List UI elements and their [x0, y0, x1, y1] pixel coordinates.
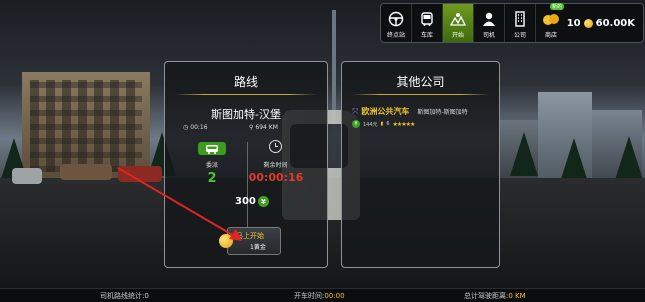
drive-time-label: 开车时间:	[294, 292, 325, 300]
drive-time: 开车时间:00:00	[294, 291, 345, 301]
total-distance: 总计驾驶距离:0 KM	[464, 291, 526, 301]
company-details: ¥ 144元 ▮ 6 ★★★★★	[352, 120, 493, 128]
pin-icon: ⚲	[249, 124, 254, 131]
steering-wheel-icon	[387, 10, 405, 28]
assigned-bus-icon	[198, 142, 226, 155]
total-distance-value: 0 KM	[508, 292, 526, 300]
terminal-button[interactable]: 终点站	[381, 4, 411, 42]
drivers-label: 司机	[482, 32, 495, 39]
gold-coin-icon	[583, 18, 593, 28]
drivers-button[interactable]: 司机	[474, 4, 504, 42]
start-tab-label: 开始	[451, 32, 464, 39]
time-left-label: 剩余时间	[263, 162, 288, 169]
route-panel-title: 路线	[233, 75, 258, 89]
top-hud: 终点站 车库 开始 司机 公司 新的 商店 10 60.00K	[380, 3, 644, 43]
game-screen: 终点站 车库 开始 司机 公司 新的 商店 10 60.00K 路线 斯图加特-…	[0, 0, 645, 302]
start-tab-button[interactable]: 开始	[443, 4, 473, 42]
start-cost-label: 1黄金	[250, 244, 266, 251]
map-icon	[449, 10, 467, 28]
company-button[interactable]: 公司	[505, 4, 535, 42]
route-reward: 300 ¥	[235, 196, 269, 207]
bus-icon	[418, 10, 436, 28]
time-left-value: 00:00:16	[248, 171, 304, 184]
driver-stats-value: 0	[144, 292, 149, 300]
cash-coin-icon: ¥	[257, 196, 269, 207]
new-badge: 新的	[549, 3, 564, 10]
driver-route-stats: 司机路线统计:0	[100, 291, 149, 301]
other-panel-title: 其他公司	[396, 75, 445, 89]
route-distance: ⚲ 694 KM	[249, 124, 278, 131]
company-bus-count: 6	[386, 121, 390, 127]
bus-count-icon: ▮	[380, 121, 384, 127]
garage-label: 车库	[420, 32, 433, 39]
parked-car	[12, 168, 42, 184]
reward-amount: 300	[235, 196, 256, 207]
route-name: 斯图加特-汉堡	[211, 108, 281, 121]
gold-coin-icon	[219, 234, 233, 248]
company-route: 斯图加特-斯图加特	[417, 109, 468, 116]
start-now-label: 马上开始	[236, 232, 264, 240]
company-label: 公司	[513, 32, 526, 39]
drive-time-value: 00:00	[324, 292, 345, 300]
company-row[interactable]: ⤧ 欧洲公共汽车 斯图加特-斯图加特 ¥ 144元 ▮ 6 ★★★★★	[352, 106, 493, 128]
terminal-label: 终点站	[386, 32, 405, 39]
departure-time-value: 00:16	[190, 124, 208, 131]
tree	[615, 136, 643, 180]
cash-coin-icon: ¥	[352, 120, 360, 128]
parked-car	[60, 164, 112, 180]
company-name-row: ⤧ 欧洲公共汽车 斯图加特-斯图加特	[352, 106, 493, 117]
route-cross-icon: ⤧	[352, 106, 359, 116]
column-divider	[247, 142, 248, 228]
clock-small-icon: ◷	[183, 124, 189, 131]
departure-time: ◷ 00:16	[183, 124, 208, 131]
tree	[560, 138, 588, 182]
shop-label: 商店	[544, 32, 557, 39]
company-rating: ★★★★★	[392, 120, 416, 128]
company-name: 欧洲公共汽车	[361, 107, 410, 116]
other-companies-panel: 其他公司 ⤧ 欧洲公共汽车 斯图加特-斯图加特 ¥ 144元 ▮ 6 ★★★★★	[341, 61, 500, 268]
money-amount: 60.00K	[595, 17, 635, 29]
parked-car	[118, 166, 162, 182]
total-distance-label: 总计驾驶距离:	[464, 292, 509, 300]
status-bar: 司机路线统计:0 开车时间:00:00 总计驾驶距离:0 KM	[0, 288, 645, 302]
company-price: 144元	[363, 121, 378, 128]
title-divider	[352, 94, 489, 95]
building-icon	[511, 10, 529, 28]
distance-value: 694 KM	[255, 124, 278, 131]
currency-display: 10 60.00K	[566, 4, 643, 42]
driver-icon	[480, 10, 498, 28]
route-panel: 路线 斯图加特-汉堡 ◷ 00:16 ⚲ 694 KM 委派 2 剩余时间 00…	[164, 61, 328, 268]
shop-button[interactable]: 新的 商店	[536, 3, 566, 42]
coins-icon	[542, 10, 560, 28]
title-divider	[175, 94, 317, 95]
gold-amount: 10	[566, 17, 581, 29]
driver-stats-label: 司机路线统计:	[100, 292, 145, 300]
assigned-count: 2	[207, 171, 217, 186]
assigned-label: 委派	[205, 162, 218, 169]
start-now-button[interactable]: 马上开始 1黄金	[219, 227, 281, 255]
tree	[510, 132, 538, 176]
clock-icon	[269, 140, 282, 153]
garage-button[interactable]: 车库	[412, 4, 442, 42]
